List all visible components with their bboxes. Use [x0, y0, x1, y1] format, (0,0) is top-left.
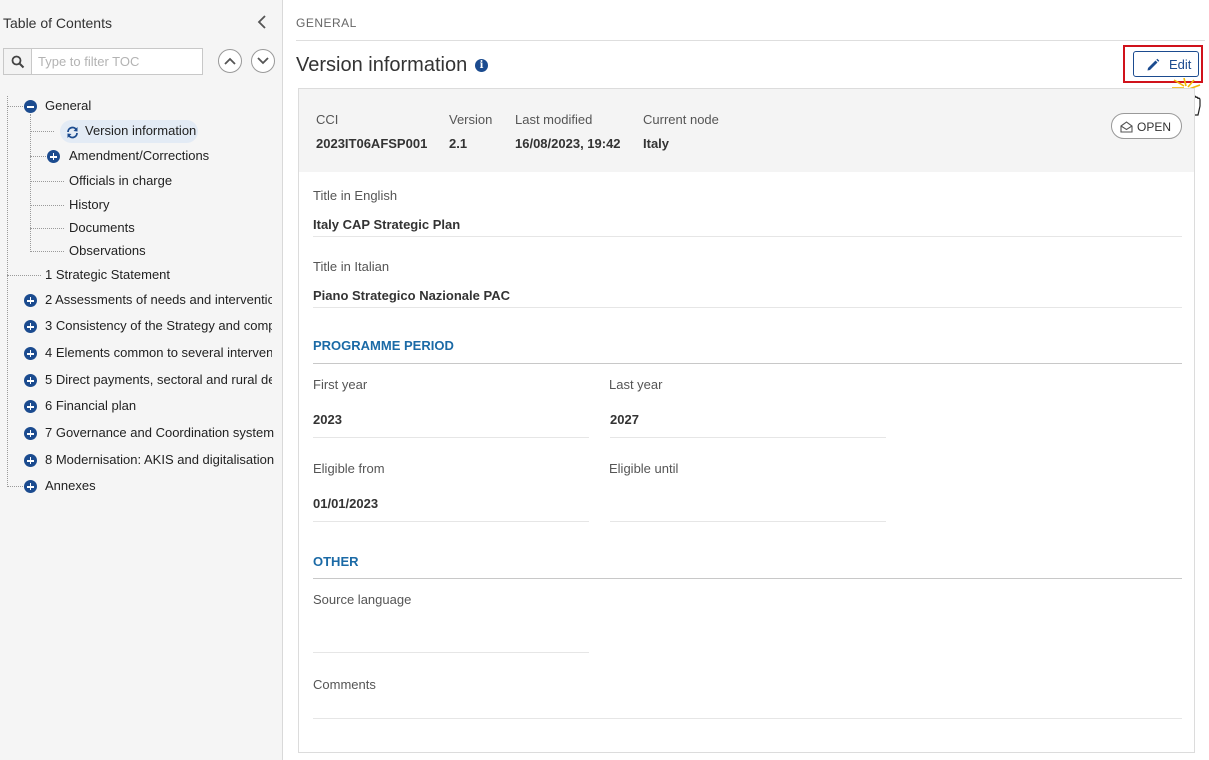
toc-sidebar: Table of Contents Type to filter TOC Gen… [0, 0, 283, 760]
toc-item-annexes[interactable]: Annexes [45, 476, 96, 496]
toc-item-observations[interactable]: Observations [69, 241, 146, 261]
title-en-label: Title in English [313, 188, 398, 203]
toc-item-section-3[interactable]: 3 Consistency of the Strategy and comple [45, 316, 272, 336]
eligible-from-label: Eligible from [313, 461, 385, 476]
envelope-open-icon [1120, 121, 1133, 133]
breadcrumb: GENERAL [296, 16, 357, 30]
page-title: Version information [296, 54, 468, 76]
expand-section-8-toggle[interactable] [24, 454, 37, 467]
meta-cci: CCI 2023IT06AFSP001 [316, 112, 428, 151]
toc-item-documents[interactable]: Documents [69, 218, 135, 238]
other-heading: OTHER [313, 554, 359, 569]
first-year-label: First year [313, 377, 368, 392]
toc-item-general[interactable]: General [45, 96, 91, 116]
toc-title: Table of Contents [3, 15, 112, 31]
toc-filter-input[interactable] [32, 49, 212, 74]
expand-section-6-toggle[interactable] [24, 400, 37, 413]
edit-button-label: Edit [1169, 57, 1192, 72]
expand-amendment-toggle[interactable] [47, 150, 60, 163]
toc-item-section-2[interactable]: 2 Assessments of needs and intervention [45, 290, 272, 310]
pencil-icon [1147, 58, 1160, 71]
chevron-up-icon [224, 57, 236, 65]
divider [296, 40, 1205, 41]
toc-item-section-7[interactable]: 7 Governance and Coordination system [45, 423, 274, 443]
eligible-until-label: Eligible until [609, 461, 679, 476]
toc-item-section-4[interactable]: 4 Elements common to several interventic [45, 343, 272, 363]
edit-button[interactable]: Edit [1133, 51, 1199, 77]
title-it-value: Piano Strategico Nazionale PAC [313, 288, 510, 303]
open-status-label: OPEN [1137, 120, 1172, 134]
programme-period-heading: PROGRAMME PERIOD [313, 338, 454, 353]
toc-item-officials-in-charge[interactable]: Officials in charge [69, 171, 172, 191]
expand-up-button[interactable] [218, 49, 242, 73]
meta-current-node: Current node Italy [643, 112, 719, 151]
chevron-left-icon [257, 15, 266, 29]
source-language-label: Source language [313, 592, 412, 607]
toc-item-strategic-statement[interactable]: 1 Strategic Statement [45, 265, 170, 285]
comments-label: Comments [313, 677, 376, 692]
last-year-value: 2027 [610, 412, 639, 427]
main-content: GENERAL Version information i Edit CCI 2… [283, 0, 1209, 760]
refresh-icon [67, 126, 78, 139]
toc-filter [3, 48, 212, 75]
collapse-general-toggle[interactable] [24, 100, 37, 113]
first-year-value: 2023 [313, 412, 342, 427]
chevron-down-icon [257, 57, 269, 65]
expand-down-button[interactable] [251, 49, 275, 73]
open-status-button[interactable]: OPEN [1111, 113, 1182, 139]
title-en-value: Italy CAP Strategic Plan [313, 217, 461, 232]
last-year-label: Last year [609, 377, 663, 392]
toc-item-section-5[interactable]: 5 Direct payments, sectoral and rural de… [45, 370, 272, 390]
version-meta-bar: CCI 2023IT06AFSP001 Version 2.1 Last mod… [299, 89, 1194, 172]
expand-section-7-toggle[interactable] [24, 427, 37, 440]
version-information-panel: CCI 2023IT06AFSP001 Version 2.1 Last mod… [298, 88, 1195, 753]
meta-version: Version 2.1 [449, 112, 493, 151]
toc-item-amendment-corrections[interactable]: Amendment/Corrections [69, 146, 209, 166]
collapse-sidebar-button[interactable] [254, 13, 270, 31]
search-icon [4, 49, 32, 74]
meta-last-modified: Last modified 16/08/2023, 19:42 [515, 112, 621, 151]
title-it-label: Title in Italian [313, 259, 390, 274]
toc-item-section-8[interactable]: 8 Modernisation: AKIS and digitalisation [45, 450, 274, 470]
toc-item-version-information-label: Version information [85, 123, 197, 138]
toc-item-section-6[interactable]: 6 Financial plan [45, 396, 136, 416]
expand-annexes-toggle[interactable] [24, 480, 37, 493]
eligible-from-value: 01/01/2023 [313, 496, 379, 511]
info-icon[interactable]: i [475, 59, 488, 72]
toc-item-history[interactable]: History [69, 195, 109, 215]
